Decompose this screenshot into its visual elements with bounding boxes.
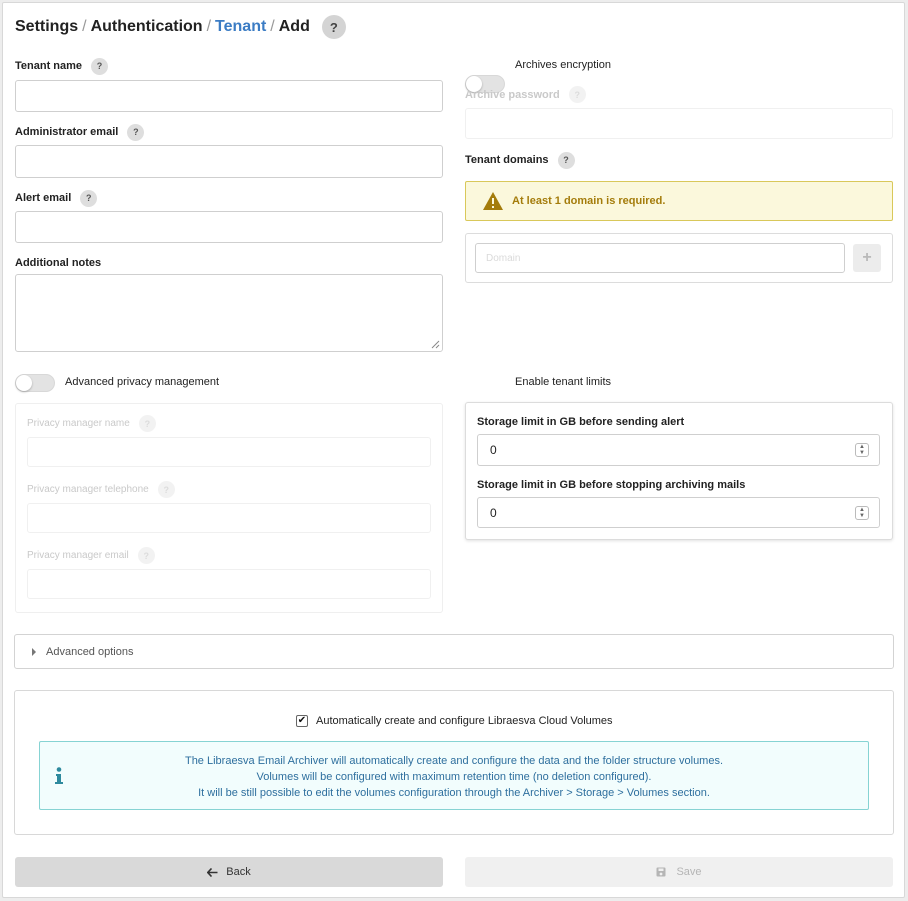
cloud-volumes-checkbox-row: ✔ Automatically create and configure Lib… (296, 715, 613, 727)
breadcrumb-authentication[interactable]: Authentication (91, 18, 203, 36)
breadcrumb: Settings / Authentication / Tenant / Add… (15, 15, 346, 39)
breadcrumb-separator: / (206, 18, 212, 35)
privacy-name-input (27, 437, 431, 467)
page-help-icon[interactable]: ? (321, 15, 346, 39)
cloud-volumes-info: The Libraesva Email Archiver will automa… (39, 741, 869, 810)
tenant-name-label: Tenant name ? (15, 57, 109, 75)
notes-textarea[interactable] (15, 274, 443, 352)
caret-right-icon (32, 647, 36, 656)
info-line: The Libraesva Email Archiver will automa… (184, 755, 724, 767)
storage-alert-input[interactable]: 0 ▲ ▼ (477, 434, 880, 466)
storage-stop-value: 0 (490, 505, 497, 520)
privacy-telephone-input (27, 503, 431, 533)
back-button[interactable]: Back (15, 857, 443, 887)
back-button-label: Back (226, 866, 251, 878)
resize-handle-icon[interactable] (431, 340, 440, 349)
help-icon: ? (568, 86, 586, 103)
domain-warning: At least 1 domain is required. (465, 181, 893, 221)
spinner-icon[interactable]: ▲ ▼ (855, 506, 869, 520)
domain-input[interactable]: Domain (475, 243, 845, 273)
alert-email-input[interactable] (15, 211, 443, 243)
warning-icon (483, 192, 503, 210)
arrow-left-icon (207, 867, 218, 877)
archives-encryption-label: Archives encryption (515, 59, 611, 71)
privacy-toggle-label: Advanced privacy management (65, 376, 220, 388)
storage-alert-label: Storage limit in GB before sending alert (477, 416, 685, 428)
privacy-name-label: Privacy manager name ? (27, 415, 156, 432)
breadcrumb-tenant[interactable]: Tenant (215, 18, 266, 36)
archive-password-input (465, 108, 893, 139)
save-icon (656, 867, 666, 877)
storage-stop-input[interactable]: 0 ▲ ▼ (477, 497, 880, 528)
privacy-toggle[interactable] (15, 374, 55, 392)
breadcrumb-separator: / (270, 18, 275, 35)
notes-label: Additional notes (15, 257, 102, 269)
cloud-volumes-checkbox[interactable]: ✔ (296, 715, 308, 727)
admin-email-input[interactable] (15, 145, 443, 178)
advanced-options-toggle[interactable]: Advanced options (14, 634, 894, 669)
privacy-telephone-label: Privacy manager telephone ? (27, 481, 175, 498)
tenant-limits-label: Enable tenant limits (515, 376, 611, 388)
help-icon[interactable]: ? (91, 57, 109, 75)
breadcrumb-separator: / (82, 18, 87, 35)
info-line: It will be still possible to edit the vo… (198, 787, 710, 799)
tenant-name-input[interactable] (15, 80, 443, 112)
privacy-email-input (27, 569, 431, 599)
help-icon: ? (138, 415, 156, 432)
tenant-domains-label: Tenant domains ? (465, 151, 575, 169)
spinner-icon[interactable]: ▲ ▼ (855, 443, 869, 457)
advanced-options-label: Advanced options (46, 645, 134, 658)
cloud-volumes-label[interactable]: Automatically create and configure Libra… (316, 715, 613, 727)
privacy-email-label: Privacy manager email ? (27, 547, 155, 564)
info-line: Volumes will be configured with maximum … (256, 771, 652, 783)
help-icon[interactable]: ? (127, 123, 145, 141)
help-icon: ? (137, 547, 155, 564)
save-button[interactable]: Save (465, 857, 893, 887)
storage-stop-label: Storage limit in GB before stopping arch… (477, 479, 746, 491)
help-icon[interactable]: ? (80, 189, 98, 207)
admin-email-label: Administrator email ? (15, 123, 145, 141)
toggle-knob (16, 375, 32, 391)
save-button-label: Save (676, 866, 702, 878)
help-icon: ? (157, 481, 175, 498)
breadcrumb-settings[interactable]: Settings (15, 18, 78, 36)
alert-email-label: Alert email ? (15, 189, 98, 207)
add-domain-button[interactable]: + (853, 244, 881, 272)
domain-warning-text: At least 1 domain is required. (512, 195, 666, 207)
storage-alert-value: 0 (490, 443, 497, 457)
help-icon[interactable]: ? (557, 151, 575, 169)
breadcrumb-add: Add (278, 18, 310, 35)
archive-password-label: Archive password ? (465, 86, 586, 103)
